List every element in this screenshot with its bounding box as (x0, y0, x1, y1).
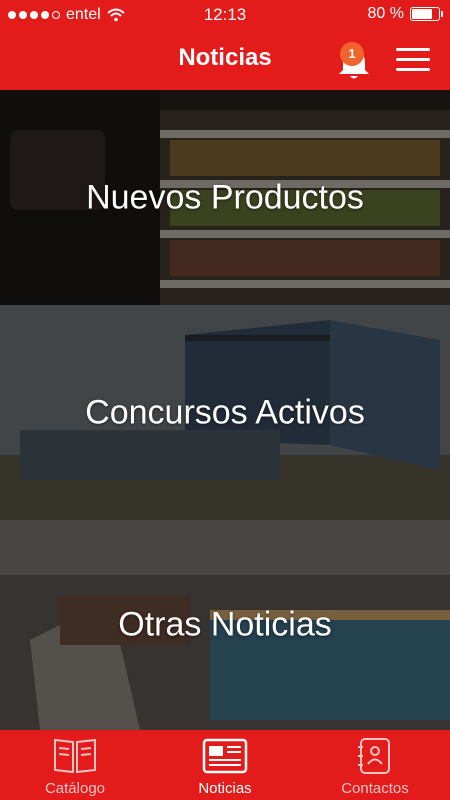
tile-label: Nuevos Productos (86, 178, 364, 216)
status-bar: entel 12:13 80 % (0, 0, 450, 30)
book-icon (54, 738, 96, 774)
contacts-book-icon (358, 738, 390, 774)
tab-label: Catálogo (44, 780, 106, 797)
tile-nuevos-productos[interactable]: Nuevos Productos (0, 90, 450, 305)
tab-contactos[interactable]: Contactos (300, 730, 450, 800)
tab-catalogo[interactable]: Catálogo (0, 730, 150, 800)
newspaper-icon (202, 738, 248, 774)
tile-label: Otras Noticias (118, 605, 332, 644)
notification-badge: 1 (340, 42, 364, 66)
nav-bar: Noticias 1 (0, 30, 450, 90)
hamburger-menu-icon[interactable] (396, 48, 430, 72)
tile-concursos-activos[interactable]: Concursos Activos (0, 305, 450, 520)
battery-icon (410, 7, 443, 21)
tab-label: Contactos (341, 780, 409, 797)
battery-percent: 80 % (367, 5, 404, 22)
tile-label: Concursos Activos (85, 393, 365, 431)
page-title: Noticias (178, 44, 272, 71)
tab-label: Noticias (198, 780, 252, 797)
tab-noticias[interactable]: Noticias (150, 730, 300, 800)
tab-bar: Catálogo Noticias Contactos (0, 730, 450, 800)
battery-status: 80 % (367, 5, 443, 23)
tile-otras-noticias[interactable]: Otras Noticias (0, 520, 450, 730)
